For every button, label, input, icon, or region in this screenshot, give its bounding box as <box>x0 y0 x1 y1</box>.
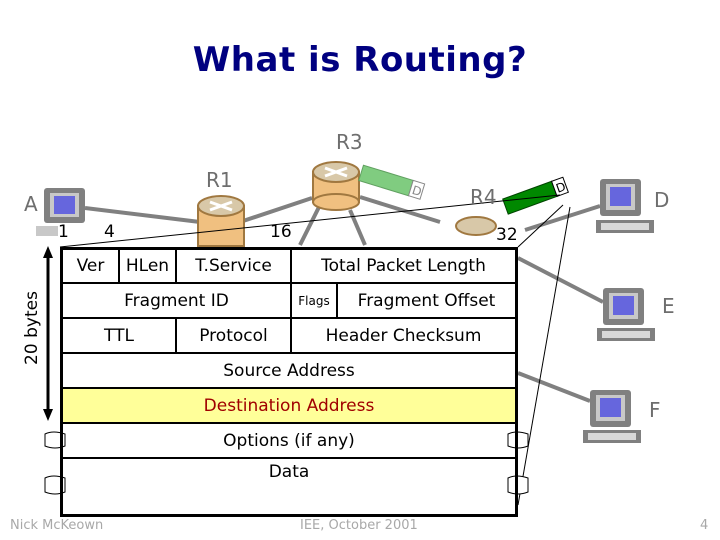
field-header-checksum: Header Checksum <box>325 325 482 346</box>
host-f-label: F <box>649 398 661 422</box>
ip-header-table: Ver HLen T.Service Total Packet Length F… <box>60 247 518 517</box>
header-size-label: 20 bytes <box>22 291 42 365</box>
link-r4-e <box>517 256 604 304</box>
field-ver: Ver <box>63 250 120 282</box>
bit-label-1: 1 <box>58 222 69 242</box>
host-d-label: D <box>654 188 670 212</box>
router-r3-icon[interactable] <box>312 161 360 211</box>
header-row: Fragment ID Flags Fragment Offset <box>63 284 515 319</box>
bit-label-16: 16 <box>270 222 292 242</box>
header-row: Options (if any) <box>63 424 515 459</box>
footer-author: Nick McKeown <box>10 518 104 533</box>
field-fragment-id: Fragment ID <box>63 284 292 317</box>
host-d-icon[interactable] <box>596 179 654 233</box>
link-r3-down1 <box>298 204 322 246</box>
router-r1-label: R1 <box>206 168 233 192</box>
field-ttl: TTL <box>63 319 177 352</box>
field-data: Data <box>268 462 310 482</box>
bit-label-4: 4 <box>104 222 115 242</box>
slide: D D What is Routing? A D E F R1 R3 R4 1 … <box>0 0 720 540</box>
field-hlen: HLen <box>120 250 177 282</box>
router-r4-label: R4 <box>470 185 497 209</box>
header-row: Source Address <box>63 354 515 389</box>
router-r1-icon[interactable] <box>197 195 245 247</box>
header-row: TTL Protocol Header Checksum <box>63 319 515 354</box>
link-r1-r3 <box>239 196 313 224</box>
host-f-icon[interactable] <box>583 390 641 443</box>
header-row: Ver HLen T.Service Total Packet Length <box>63 250 515 284</box>
page-number: 4 <box>700 518 709 533</box>
field-flags: Flags <box>292 284 338 317</box>
link-to-f <box>517 371 591 403</box>
link-r3-r4 <box>359 195 441 224</box>
field-destination-address: Destination Address <box>63 389 515 422</box>
bit-label-32: 32 <box>496 225 518 245</box>
header-row: Data <box>63 459 515 514</box>
header-row: Destination Address <box>63 389 515 424</box>
field-source-address: Source Address <box>223 360 355 381</box>
field-total-length: Total Packet Length <box>321 256 486 276</box>
field-options: Options (if any) <box>223 430 355 451</box>
host-a-label: A <box>24 192 38 216</box>
field-fragment-offset: Fragment Offset <box>357 290 496 311</box>
packet-near-r3: D <box>358 164 426 200</box>
field-tos: T.Service <box>177 250 292 282</box>
field-protocol: Protocol <box>177 319 292 352</box>
host-e-icon[interactable] <box>597 288 655 341</box>
footer-event: IEE, October 2001 <box>300 518 418 533</box>
host-e-label: E <box>662 294 675 318</box>
router-r3-label: R3 <box>336 130 363 154</box>
slide-title: What is Routing? <box>192 40 528 80</box>
size-arrow <box>43 246 53 421</box>
router-r4-icon[interactable] <box>455 216 497 236</box>
link-r4-d <box>524 204 601 232</box>
link-a-r1 <box>84 206 201 224</box>
